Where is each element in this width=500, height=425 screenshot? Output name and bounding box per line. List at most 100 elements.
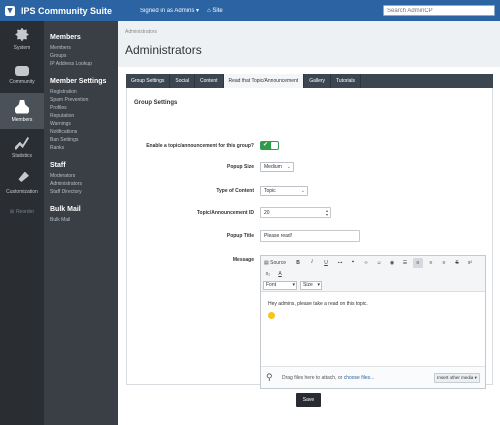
subnav-link-registration[interactable]: Registration <box>44 88 118 96</box>
ips-logo-icon[interactable] <box>5 5 15 16</box>
editor-toolbar: ▤ Source B I U ⊶ ❝ ‹› ☺ ◉ ☰ ≡ ≡ ≡ S x² x… <box>261 256 485 292</box>
tab-bar: Group Settings Social Content Read that … <box>126 74 493 88</box>
text-color-icon[interactable]: A <box>275 269 285 279</box>
underline-icon[interactable]: U <box>321 258 331 268</box>
site-link[interactable]: ⌂ Site <box>207 8 223 14</box>
reorder-icon: ⊞ <box>9 209 15 215</box>
breadcrumb[interactable]: Administrators <box>125 21 500 35</box>
subnav-link-reputation[interactable]: Reputation <box>44 112 118 120</box>
attachment-area[interactable]: ⚲ Drag files here to attach, or choose f… <box>261 366 485 388</box>
subnav-link-bulk-mail[interactable]: Bulk Mail <box>44 216 118 224</box>
subnav-link-staff-directory[interactable]: Staff Directory <box>44 188 118 196</box>
subnav-link-profiles[interactable]: Profiles <box>44 104 118 112</box>
tab-social[interactable]: Social <box>170 74 195 88</box>
nav-item-customization[interactable]: Customization <box>0 165 44 201</box>
spoiler-icon[interactable]: ◉ <box>387 258 397 268</box>
attach-text: Drag files here to attach, or <box>282 375 343 381</box>
subnav-heading-bulk-mail: Bulk Mail <box>50 206 81 213</box>
italic-icon[interactable]: I <box>307 258 317 268</box>
top-bar: IPS Community Suite Signed in as Admins … <box>0 0 500 21</box>
topic-id-field[interactable]: 20 ▴ ▾ <box>260 207 331 218</box>
gear-icon <box>15 27 29 42</box>
strikethrough-icon[interactable]: S <box>452 258 462 268</box>
main-content: Administrators Administrators Group Sett… <box>118 21 500 425</box>
editor-body[interactable]: Hey admins, please take a read on this t… <box>261 293 485 353</box>
popup-title-label: Popup Title <box>226 233 254 239</box>
popup-title-value: Please read! <box>264 233 293 239</box>
code-icon[interactable]: ‹› <box>361 258 371 268</box>
signed-in-menu[interactable]: Signed in as Admins ▾ <box>140 7 199 14</box>
nav-item-members[interactable]: Members <box>0 93 44 129</box>
chevron-down-icon: ▾ <box>317 282 320 288</box>
page-title: Administrators <box>125 43 202 57</box>
drop-files-text: Drag files here to attach, or choose fil… <box>282 375 374 381</box>
chat-icon <box>15 65 29 76</box>
subnav-link-spam-prevention[interactable]: Spam Prevention <box>44 96 118 104</box>
insert-media-button[interactable]: Insert other media ▾ <box>434 373 480 383</box>
page-header: Administrators Administrators <box>118 21 500 67</box>
size-select[interactable]: Size ▾ <box>300 281 322 290</box>
subnav-heading-member-settings: Member Settings <box>50 78 107 85</box>
reorder-label: Reorder <box>16 209 35 215</box>
nav-label: System <box>13 44 31 51</box>
emoticon-icon[interactable]: ☺ <box>374 258 384 268</box>
search-input[interactable] <box>383 5 495 16</box>
nav-label: Community <box>9 78 35 85</box>
nav-item-system[interactable]: System <box>0 21 44 57</box>
subnav-link-administrators[interactable]: Administrators <box>44 180 118 188</box>
subnav-link-ranks[interactable]: Ranks <box>44 144 118 152</box>
tab-group-settings[interactable]: Group Settings <box>126 74 171 88</box>
quote-icon[interactable]: ❝ <box>348 258 358 268</box>
subnav-link-ban-settings[interactable]: Ban Settings <box>44 136 118 144</box>
paperclip-icon: ⚲ <box>266 372 273 382</box>
brush-icon <box>18 171 29 182</box>
nav-item-community[interactable]: Community <box>0 57 44 93</box>
align-right-icon[interactable]: ≡ <box>439 258 449 268</box>
toggle-knob <box>271 142 278 149</box>
subnav-link-members[interactable]: Members <box>44 44 118 52</box>
topic-id-label: Topic/Announcement ID <box>196 210 254 216</box>
source-button[interactable]: ▤ Source <box>263 258 287 268</box>
message-editor: ▤ Source B I U ⊶ ❝ ‹› ☺ ◉ ☰ ≡ ≡ ≡ S x² x… <box>260 255 486 389</box>
number-spinner-icon[interactable]: ▴ ▾ <box>326 209 328 217</box>
list-icon[interactable]: ☰ <box>400 258 410 268</box>
subscript-icon[interactable]: x₂ <box>263 269 273 279</box>
superscript-icon[interactable]: x² <box>465 258 475 268</box>
link-icon[interactable]: ⊶ <box>335 258 345 268</box>
tab-tutorials[interactable]: Tutorials <box>331 74 362 88</box>
source-label: Source <box>270 260 286 266</box>
section-title: Group Settings <box>134 100 178 106</box>
chevron-down-icon: ⌄ <box>286 164 291 170</box>
source-icon: ▤ <box>264 260 269 266</box>
font-select[interactable]: Font ▾ <box>263 281 297 290</box>
user-icon <box>15 99 29 114</box>
chevron-down-icon: ⌄ <box>300 188 305 194</box>
app-title[interactable]: IPS Community Suite <box>21 6 112 16</box>
save-button[interactable]: Save <box>296 393 321 407</box>
enable-toggle[interactable]: ✔ <box>260 141 279 150</box>
message-label: Message <box>232 257 254 263</box>
popup-size-select[interactable]: Medium ⌄ <box>260 162 294 172</box>
check-icon: ✔ <box>263 142 269 148</box>
subnav-link-notifications[interactable]: Notifications <box>44 128 118 136</box>
choose-files-link[interactable]: choose files... <box>344 375 375 381</box>
subnav-heading-members: Members <box>50 34 81 41</box>
nav-item-statistics[interactable]: Statistics <box>0 129 44 165</box>
tab-gallery[interactable]: Gallery <box>304 74 332 88</box>
align-left-icon[interactable]: ≡ <box>413 258 423 268</box>
chart-icon <box>15 136 29 150</box>
bold-icon[interactable]: B <box>293 258 303 268</box>
size-select-label: Size <box>303 282 313 288</box>
subnav-link-warnings[interactable]: Warnings <box>44 120 118 128</box>
popup-size-label: Popup Size <box>227 164 254 170</box>
align-center-icon[interactable]: ≡ <box>426 258 436 268</box>
tab-content[interactable]: Content <box>195 74 224 88</box>
content-type-label: Type of Content <box>216 188 254 194</box>
content-type-select[interactable]: Topic ⌄ <box>260 186 308 196</box>
subnav-link-ip-lookup[interactable]: IP Address Lookup <box>44 60 118 68</box>
subnav-link-moderators[interactable]: Moderators <box>44 172 118 180</box>
reorder-button[interactable]: ⊞ Reorder <box>0 201 44 223</box>
tab-read-that-topic[interactable]: Read that Topic/Announcement <box>223 74 305 88</box>
subnav-link-groups[interactable]: Groups <box>44 52 118 60</box>
popup-title-field[interactable]: Please read! <box>260 230 360 242</box>
